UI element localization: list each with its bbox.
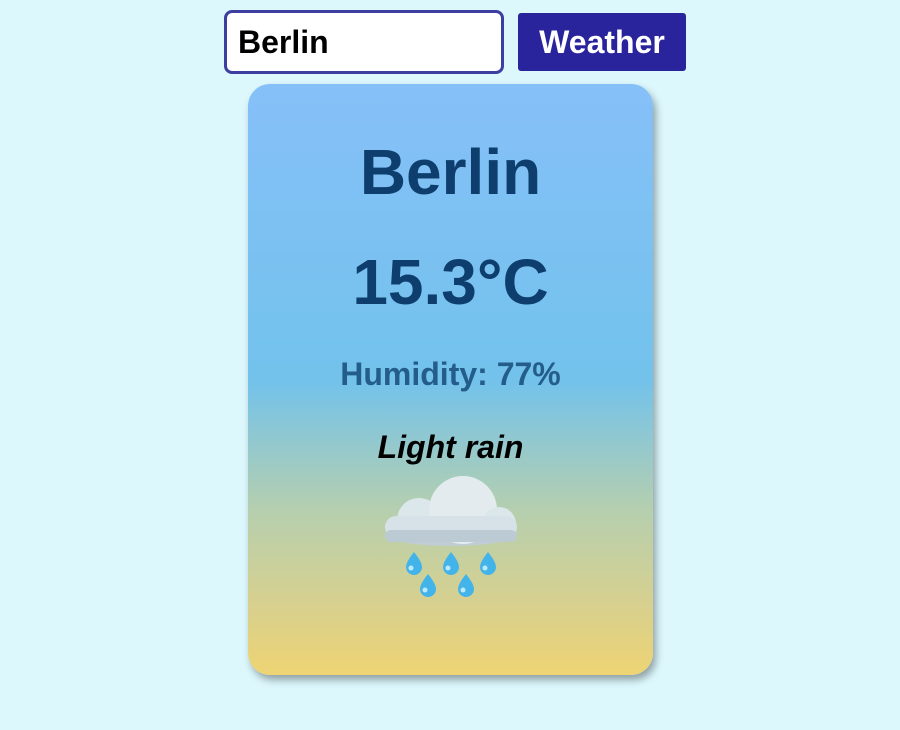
cloud-with-rain-icon bbox=[381, 474, 521, 604]
humidity: Humidity: 77% bbox=[340, 356, 561, 392]
weather-description: Light rain bbox=[377, 429, 524, 465]
city-name: Berlin bbox=[359, 136, 542, 208]
search-bar: Weather bbox=[224, 10, 686, 74]
weather-card: Berlin 15.3°C Humidity: 77% Light rain bbox=[248, 84, 653, 675]
temperature: 15.3°C bbox=[352, 246, 549, 318]
weather-button[interactable]: Weather bbox=[518, 13, 686, 71]
city-input[interactable] bbox=[224, 10, 504, 74]
